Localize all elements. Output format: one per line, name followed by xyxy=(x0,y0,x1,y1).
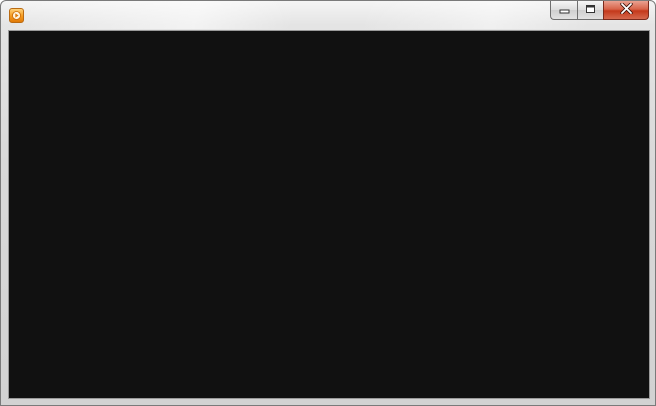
close-button[interactable] xyxy=(603,1,649,20)
title-bar[interactable] xyxy=(1,1,655,29)
maximize-icon xyxy=(585,1,596,19)
app-window xyxy=(0,0,656,406)
caption-buttons xyxy=(550,1,649,21)
window-bottom-border[interactable] xyxy=(1,397,655,405)
maximize-button[interactable] xyxy=(577,1,603,20)
minimize-icon xyxy=(559,1,570,19)
close-icon xyxy=(619,1,633,19)
minimize-button[interactable] xyxy=(550,1,577,20)
media-player-icon[interactable] xyxy=(9,8,24,23)
video-display-area[interactable] xyxy=(8,30,650,399)
